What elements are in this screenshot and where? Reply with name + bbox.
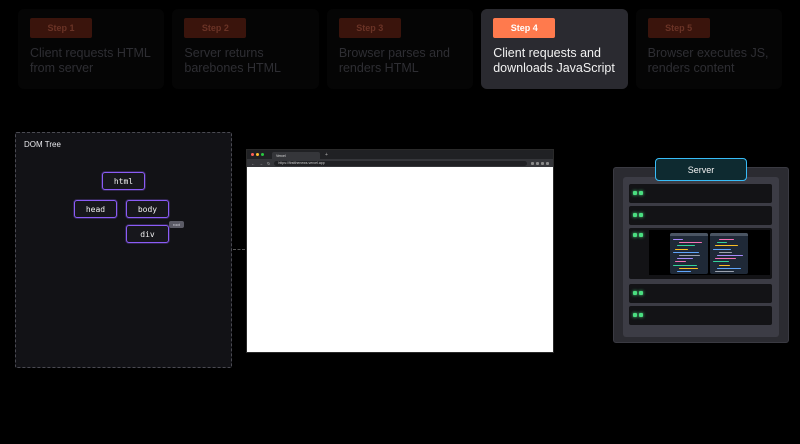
step-description: Server returns barebones HTML: [184, 46, 281, 75]
forward-arrow-icon[interactable]: →: [259, 161, 263, 166]
dom-node-tag: root: [169, 221, 184, 228]
status-led-icon: [633, 233, 637, 237]
code-window-icon: [710, 233, 748, 274]
server-rack: [629, 206, 772, 225]
status-led-icon: [633, 291, 637, 295]
step-description: Client requests HTML from server: [30, 46, 151, 75]
code-line: [677, 271, 691, 272]
status-led-icon: [633, 213, 637, 217]
status-led-icon: [639, 213, 643, 217]
step-badge: Step 1: [30, 18, 92, 38]
code-line: [719, 251, 732, 253]
status-led-icon: [633, 191, 637, 195]
dom-node-html[interactable]: html: [102, 172, 145, 190]
server-rack: [629, 306, 772, 325]
menu-icon[interactable]: [546, 161, 549, 165]
dom-node-body[interactable]: body: [126, 200, 169, 218]
code-line: [719, 239, 734, 240]
close-window-icon[interactable]: [251, 153, 254, 156]
bookmark-icon[interactable]: [531, 161, 534, 165]
steps-bar: Step 1 Client requests HTML from server …: [18, 9, 783, 89]
step-5[interactable]: Step 5 Browser executes JS, renders cont…: [635, 9, 783, 89]
step-badge: Step 5: [647, 18, 710, 38]
minimize-window-icon[interactable]: [256, 153, 259, 156]
code-line: [679, 255, 700, 256]
code-window-icon: [670, 233, 708, 274]
code-line: [717, 255, 743, 256]
browser-tab[interactable]: Vercel: [272, 152, 320, 159]
code-line: [717, 242, 727, 244]
code-line: [673, 239, 683, 240]
code-line: [717, 267, 741, 269]
step-1[interactable]: Step 1 Client requests HTML from server: [18, 9, 165, 89]
dom-browser-connector: [233, 249, 245, 250]
status-led-icon: [639, 313, 643, 317]
browser-tab-title: Vercel: [276, 153, 286, 158]
code-line: [719, 264, 730, 266]
url-input[interactable]: https://firstthenews.vercel.app: [274, 160, 527, 166]
step-badge: Step 2: [184, 18, 247, 38]
server-label: Server: [655, 158, 747, 181]
step-description: Browser parses and renders HTML: [338, 46, 450, 75]
code-line: [677, 245, 695, 247]
dom-tree-title: DOM Tree: [24, 140, 61, 149]
code-line: [715, 271, 734, 272]
server-rack: [629, 184, 772, 203]
step-2[interactable]: Step 2 Server returns barebones HTML: [172, 9, 319, 89]
step-badge: Step 4: [493, 18, 556, 38]
extension-icon[interactable]: [536, 161, 539, 165]
code-line: [715, 258, 736, 260]
back-arrow-icon[interactable]: ←: [251, 161, 255, 166]
browser-address-bar: ← → ↻ https://firstthenews.vercel.app: [247, 159, 553, 167]
profile-icon[interactable]: [541, 161, 544, 165]
code-line: [675, 248, 688, 250]
browser-window: Vercel + ← → ↻ https://firstthenews.verc…: [246, 149, 554, 353]
dom-node-div[interactable]: div: [126, 225, 169, 243]
new-tab-button[interactable]: +: [325, 152, 328, 158]
step-description: Client requests and downloads JavaScript: [493, 46, 615, 75]
status-led-icon: [639, 191, 643, 195]
code-line: [713, 261, 729, 263]
code-line: [677, 258, 693, 260]
status-led-icon: [633, 313, 637, 317]
status-led-icon: [639, 291, 643, 295]
server-rack: [629, 284, 772, 303]
status-led-icon: [639, 233, 643, 237]
code-line: [679, 242, 702, 244]
dom-node-head[interactable]: head: [74, 200, 117, 218]
server-rack-code: [629, 228, 772, 279]
code-line: [679, 267, 698, 269]
code-line: [713, 248, 731, 250]
step-4[interactable]: Step 4 Client requests and downloads Jav…: [481, 9, 628, 89]
reload-icon[interactable]: ↻: [267, 161, 270, 166]
url-text: https://firstthenews.vercel.app: [278, 161, 325, 165]
browser-tabbar: Vercel +: [247, 150, 553, 159]
dom-tree-panel: DOM Tree html head body div root: [15, 132, 232, 368]
browser-toolbar-icons: [531, 161, 549, 165]
code-display: [649, 230, 770, 275]
step-3[interactable]: Step 3 Browser parses and renders HTML: [326, 9, 474, 89]
code-line: [715, 245, 738, 247]
code-line: [675, 261, 686, 263]
code-line: [673, 251, 699, 253]
step-description: Browser executes JS, renders content: [647, 46, 769, 75]
code-line: [673, 264, 697, 266]
maximize-window-icon[interactable]: [261, 153, 264, 156]
step-badge: Step 3: [338, 18, 401, 38]
